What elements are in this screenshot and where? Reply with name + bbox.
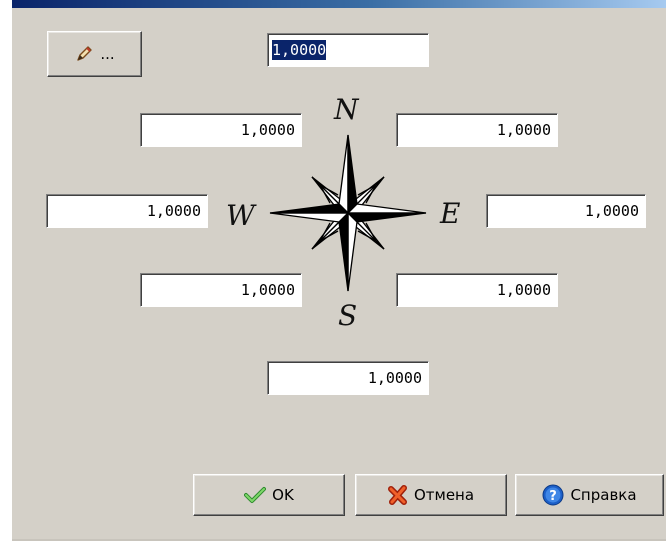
- checkmark-icon: [244, 486, 267, 504]
- title-bar: [12, 0, 666, 8]
- weight-field-top[interactable]: 1,0000: [267, 33, 429, 67]
- compass-rose-icon: [269, 134, 427, 292]
- selected-value: 1,0000: [272, 40, 327, 60]
- compass-label-south: S: [338, 299, 358, 332]
- help-icon: ?: [542, 484, 564, 506]
- weight-field-east[interactable]: 1,0000: [486, 194, 646, 228]
- help-button-label: Справка: [570, 486, 637, 504]
- ok-button[interactable]: OK: [193, 474, 345, 516]
- help-button[interactable]: ? Справка: [515, 474, 664, 516]
- svg-text:?: ?: [550, 489, 558, 504]
- edit-button[interactable]: ...: [47, 31, 142, 77]
- weight-field-west[interactable]: 1,0000: [46, 194, 208, 228]
- weight-field-bottom[interactable]: 1,0000: [267, 361, 429, 395]
- ok-button-label: OK: [272, 486, 294, 504]
- cross-icon: [387, 485, 408, 505]
- cancel-button[interactable]: Отмена: [355, 474, 507, 516]
- pencil-icon: [74, 44, 94, 64]
- edit-button-label: ...: [100, 45, 115, 63]
- compass-weights-dialog: ... 1,0000 1,0000 1,0000 1,0000 1,0000 1…: [12, 0, 666, 541]
- compass-label-west: W: [226, 199, 255, 232]
- compass-label-north: N: [334, 93, 359, 126]
- compass-label-east: E: [440, 197, 461, 230]
- cancel-button-label: Отмена: [413, 486, 475, 504]
